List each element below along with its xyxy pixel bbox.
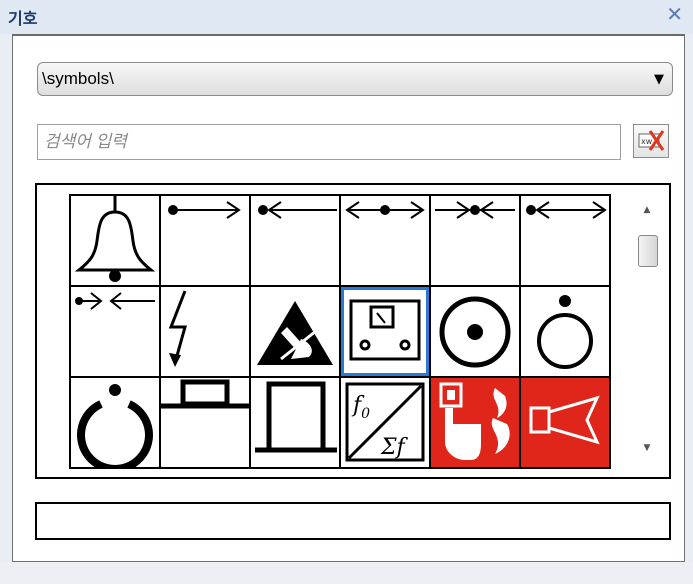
dot-arrow-left-symbol[interactable]: [251, 196, 341, 287]
scroll-down-icon[interactable]: ▼: [635, 443, 659, 463]
meter-device-symbol[interactable]: [341, 287, 431, 378]
symbol-panel: \symbols\ ▼ xw: [12, 34, 685, 562]
svg-text:f0: f0: [351, 393, 370, 422]
dot-arrows-outward-symbol[interactable]: [521, 196, 611, 287]
scroll-thumb[interactable]: [638, 235, 658, 267]
bell-symbol[interactable]: [71, 196, 161, 287]
svg-text:Σf: Σf: [380, 435, 409, 460]
arrows-converge-symbol[interactable]: [71, 287, 161, 378]
clear-search-button[interactable]: xw: [633, 124, 669, 158]
title-bar: 기호 ✕: [0, 0, 693, 34]
library-dropdown-value: \symbols\: [42, 69, 114, 88]
dropdown-arrow-icon[interactable]: ▼: [654, 72, 664, 87]
search-input[interactable]: [37, 124, 621, 160]
fire-horn-symbol[interactable]: [521, 378, 611, 469]
broken-ring-symbol[interactable]: [71, 378, 161, 469]
window-title: 기호: [8, 9, 38, 28]
pushbutton-flat-symbol[interactable]: [161, 378, 251, 469]
arrows-inward-dot-symbol[interactable]: [431, 196, 521, 287]
symbol-scrollbar[interactable]: ▲ ▼: [635, 195, 659, 465]
circle-dot-symbol[interactable]: [431, 287, 521, 378]
clear-search-icon: xw: [638, 130, 665, 151]
frequency-converter-symbol[interactable]: f0 Σf: [341, 378, 431, 469]
library-dropdown[interactable]: \symbols\ ▼: [37, 62, 673, 96]
svg-text:xw: xw: [641, 137, 653, 146]
dot-arrow-right-symbol[interactable]: [161, 196, 251, 287]
esd-warning-symbol[interactable]: [251, 287, 341, 378]
scroll-up-icon[interactable]: ▲: [635, 205, 659, 225]
fire-alarm-button-symbol[interactable]: [431, 378, 521, 469]
status-field: [35, 502, 671, 540]
circle-with-dot-above-symbol[interactable]: [521, 287, 611, 378]
double-arrow-outward-symbol[interactable]: [341, 196, 431, 287]
symbol-grid-area: f0 Σf ▲ ▼: [35, 183, 671, 479]
lightning-symbol[interactable]: [161, 287, 251, 378]
close-icon[interactable]: ✕: [666, 2, 683, 26]
pushbutton-tall-symbol[interactable]: [251, 378, 341, 469]
bottom-bar: [0, 562, 693, 584]
symbol-grid: f0 Σf: [69, 194, 611, 469]
